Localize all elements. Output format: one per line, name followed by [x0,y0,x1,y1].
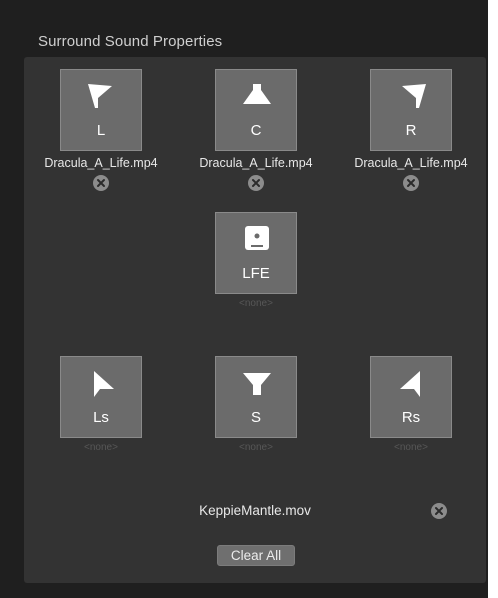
channel-label-ls: Ls [93,409,109,426]
speaker-tile-lfe[interactable]: LFE [215,212,297,294]
window-edge [488,0,498,598]
remove-l-button[interactable] [93,175,109,191]
channel-file-rs: <none> [394,442,428,453]
speaker-tile-r[interactable]: R [370,69,452,151]
source-file-name: KeppieMantle.mov [199,503,311,518]
channel-file-lfe: <none> [239,298,273,309]
remove-r-button[interactable] [403,175,419,191]
remove-source-button[interactable] [431,503,447,519]
remove-x-circle-icon [407,179,415,187]
remove-x-circle-icon [97,179,105,187]
channel-file-c: Dracula_A_Life.mp4 [199,156,313,170]
panel-title: Surround Sound Properties [38,33,223,50]
channel-label-r: R [405,122,417,139]
speaker-tile-c[interactable]: C [215,69,297,151]
speaker-tile-l[interactable]: L [60,69,142,151]
surround-sound-window: Surround Sound Properties L Dracula_A_Li… [0,0,498,598]
speaker-tile-ls[interactable]: Ls [60,356,142,438]
channel-label-s: S [250,409,261,426]
clear-all-button[interactable]: Clear All [217,545,295,566]
speaker-tile-s[interactable]: S [215,356,297,438]
channel-label-lfe: LFE [242,265,270,282]
channel-file-s: <none> [239,442,273,453]
remove-c-button[interactable] [248,175,264,191]
remove-x-circle-icon [252,179,260,187]
channel-label-c: C [250,122,262,139]
remove-x-circle-icon [435,507,443,515]
channel-label-l: L [96,122,106,139]
channel-file-l: Dracula_A_Life.mp4 [44,156,158,170]
channel-label-rs: Rs [401,409,421,426]
speaker-tile-rs[interactable]: Rs [370,356,452,438]
channel-file-ls: <none> [84,442,118,453]
channel-file-r: Dracula_A_Life.mp4 [354,156,468,170]
